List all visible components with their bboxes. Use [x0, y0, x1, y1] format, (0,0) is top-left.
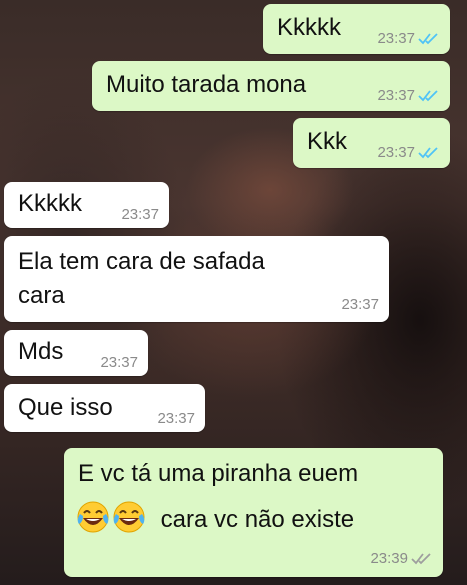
message-time: 23:37 [341, 296, 379, 313]
message-text-line: cara [18, 282, 65, 309]
message-text: Mds [18, 338, 64, 365]
message-bubble-outgoing[interactable]: Muito tarada mona 23:37 [92, 61, 450, 111]
message-bubble-incoming[interactable]: Ela tem cara de safada cara 23:37 [4, 236, 389, 322]
message-bubble-outgoing[interactable]: Kkk 23:37 [293, 118, 450, 168]
message-text-line: E vc tá uma piranha euem [78, 460, 359, 487]
message-time: 23:37 [121, 206, 159, 223]
message-meta: 23:39 [370, 550, 433, 567]
message-text: Que isso [18, 394, 113, 421]
message-meta: 23:37 [377, 30, 440, 47]
message-time: 23:37 [100, 354, 138, 371]
message-time: 23:37 [157, 410, 195, 427]
double-check-delivered-icon [411, 552, 431, 564]
message-text: cara vc não existe [160, 506, 355, 533]
double-check-read-icon [418, 146, 438, 158]
message-meta: 23:37 [377, 87, 440, 104]
message-time: 23:37 [377, 87, 415, 104]
message-bubble-incoming[interactable]: Que isso 23:37 [4, 384, 205, 432]
message-bubble-incoming[interactable]: Kkkkk 23:37 [4, 182, 169, 228]
tears-of-joy-emoji-icon [77, 501, 109, 533]
double-check-read-icon [418, 32, 438, 44]
message-bubble-outgoing[interactable]: Kkkkk 23:37 [263, 4, 450, 54]
double-check-read-icon [418, 89, 438, 101]
message-text: Kkkkk [277, 14, 342, 41]
message-text-line: Ela tem cara de safada [18, 248, 265, 275]
message-time: 23:39 [370, 550, 408, 567]
message-meta: 23:37 [100, 354, 138, 371]
message-text: Kkk [307, 128, 348, 155]
tears-of-joy-emoji-icon [113, 501, 145, 533]
message-meta: 23:37 [377, 144, 440, 161]
message-text: Muito tarada mona [106, 71, 307, 98]
message-time: 23:37 [377, 30, 415, 47]
message-meta: 23:37 [121, 206, 159, 223]
message-text-line-2: 😂😂 cara vc não existe [76, 500, 354, 536]
message-bubble-outgoing[interactable]: E vc tá uma piranha euem 😂😂 cara vc não … [64, 448, 443, 577]
message-bubble-incoming[interactable]: Mds 23:37 [4, 330, 148, 376]
message-text: Kkkkk [18, 190, 83, 217]
message-time: 23:37 [377, 144, 415, 161]
message-meta: 23:37 [341, 296, 379, 313]
message-meta: 23:37 [157, 410, 195, 427]
